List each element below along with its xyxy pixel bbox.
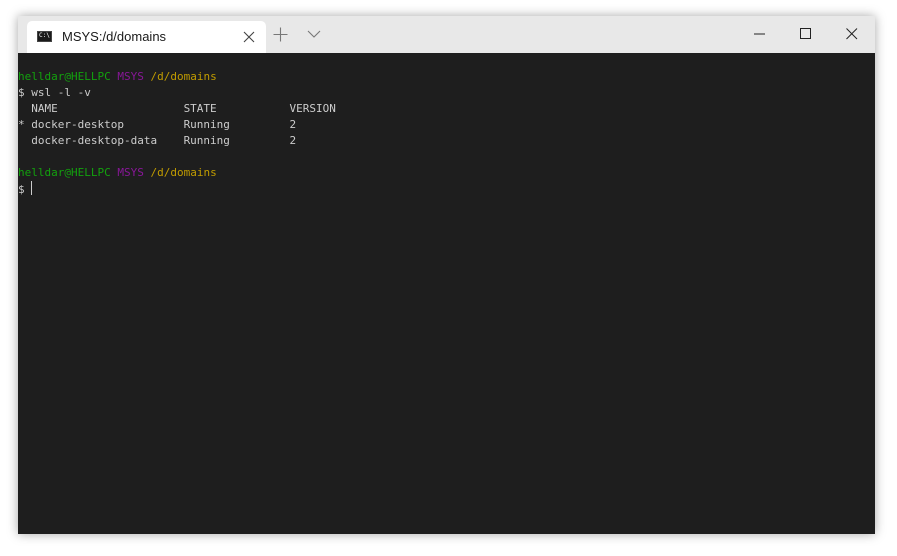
prompt-user: helldar@HELLPC xyxy=(18,70,111,83)
title-bar[interactable]: MSYS:/d/domains xyxy=(18,16,875,53)
tab-msys[interactable]: MSYS:/d/domains xyxy=(27,21,266,53)
active-command-line[interactable]: $ xyxy=(18,181,33,197)
command-text: wsl -l -v xyxy=(31,86,91,99)
prompt-system: MSYS xyxy=(117,70,144,83)
prompt-symbol: $ xyxy=(18,86,25,99)
command-line: $ wsl -l -v xyxy=(18,85,91,101)
prompt-path: /d/domains xyxy=(150,166,217,179)
chevron-down-icon[interactable] xyxy=(307,29,321,39)
prompt-user: helldar@HELLPC xyxy=(18,166,111,179)
prompt-system: MSYS xyxy=(117,166,144,179)
prompt-path: /d/domains xyxy=(150,70,217,83)
close-tab-icon[interactable] xyxy=(243,31,255,43)
new-tab-plus-icon[interactable] xyxy=(273,27,288,42)
prompt-symbol: $ xyxy=(18,183,25,196)
close-window-button[interactable] xyxy=(829,16,875,53)
maximize-button[interactable] xyxy=(783,16,829,53)
terminal-window: MSYS:/d/domains helldar@HELL xyxy=(18,16,875,534)
prompt-line: helldar@HELLPC MSYS /d/domains xyxy=(18,165,217,181)
tab-title: MSYS:/d/domains xyxy=(62,29,167,44)
output-header: NAME STATE VERSION xyxy=(18,102,336,115)
output-row: * docker-desktop Running 2 xyxy=(18,118,297,131)
minimize-icon xyxy=(754,33,765,35)
maximize-icon xyxy=(800,28,811,39)
console-icon xyxy=(37,31,52,42)
close-icon xyxy=(846,28,858,40)
text-cursor xyxy=(31,181,33,195)
output-row: docker-desktop-data Running 2 xyxy=(18,134,297,147)
prompt-line: helldar@HELLPC MSYS /d/domains xyxy=(18,69,217,85)
minimize-button[interactable] xyxy=(737,16,783,53)
terminal-output[interactable]: helldar@HELLPC MSYS /d/domains $ wsl -l … xyxy=(18,53,875,534)
